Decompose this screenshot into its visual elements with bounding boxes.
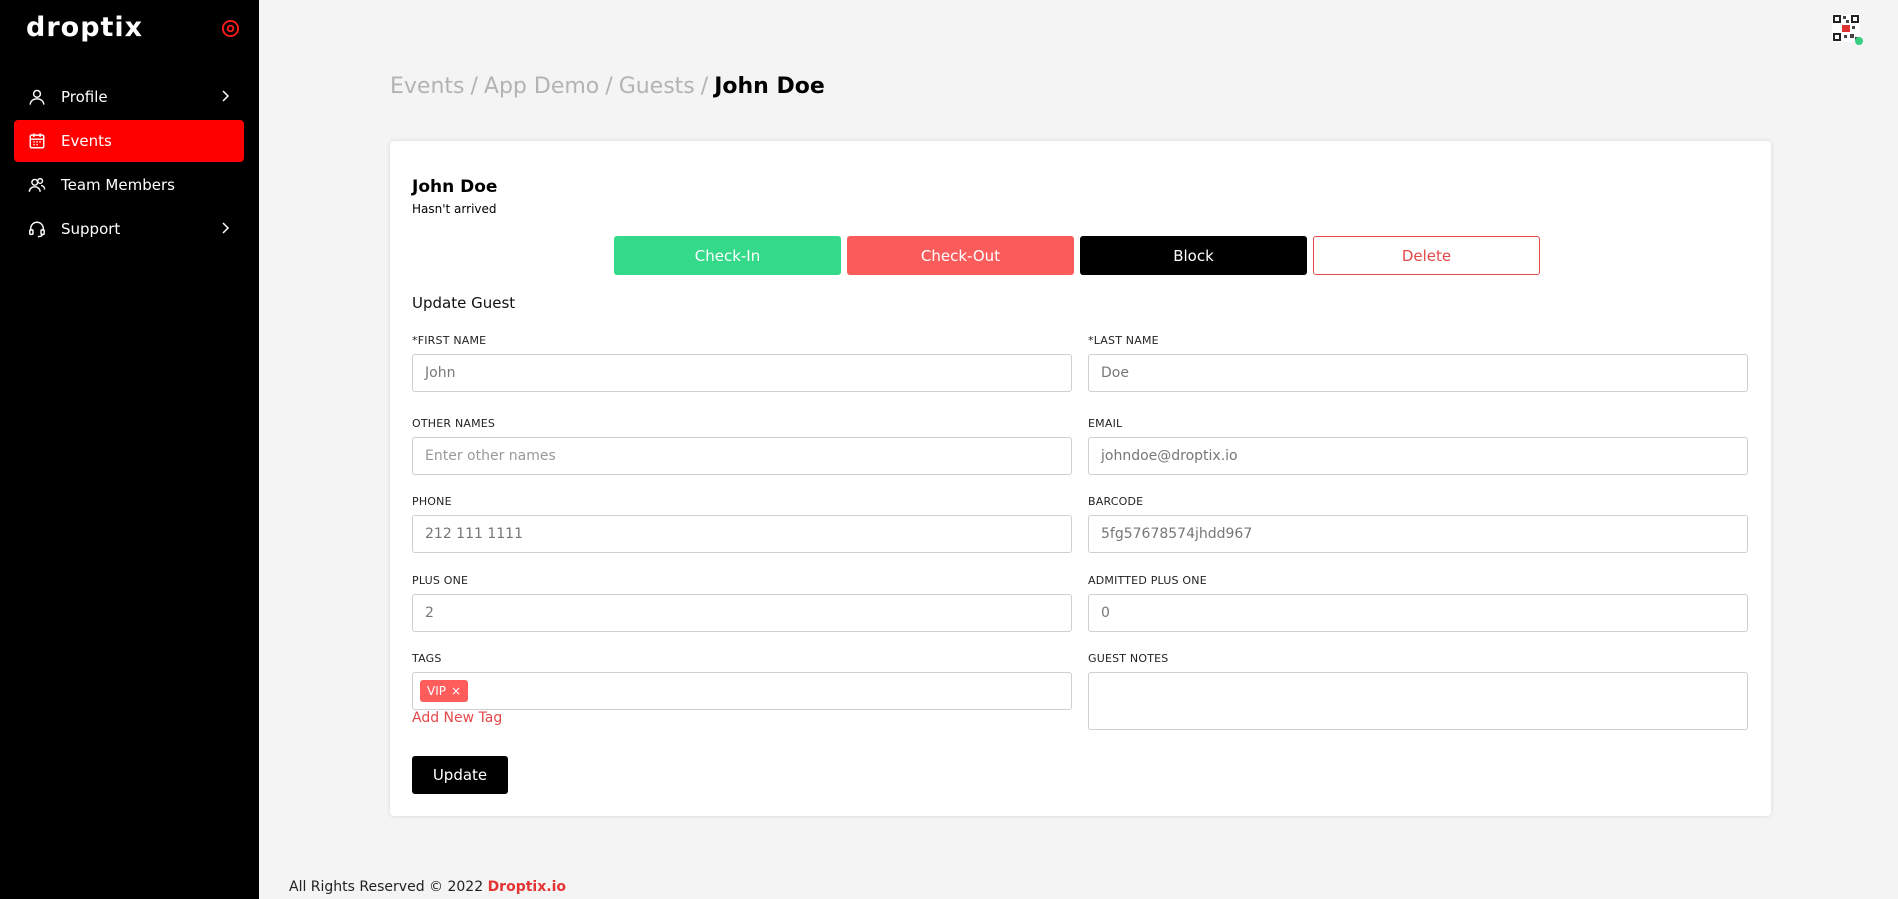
sidebar-item-label: Events xyxy=(61,132,112,150)
sidebar: droptix Profile Events Team Members Supp… xyxy=(0,0,259,899)
breadcrumb-item-guests[interactable]: Guests xyxy=(619,74,695,99)
tags-label: TAGS xyxy=(412,652,442,665)
first-name-group: *FIRST NAME John xyxy=(412,334,1072,392)
first-name-input[interactable]: John xyxy=(412,354,1072,392)
chevron-right-icon xyxy=(218,221,232,235)
admitted-plus-one-label: ADMITTED PLUS ONE xyxy=(1088,574,1207,587)
sidebar-item-label: Team Members xyxy=(61,176,175,194)
tag-label: VIP xyxy=(427,684,446,698)
admitted-plus-one-group: ADMITTED PLUS ONE 0 xyxy=(1088,574,1748,632)
footer-brand-link[interactable]: Droptix.io xyxy=(488,879,566,895)
sidebar-item-support[interactable]: Support xyxy=(14,208,244,250)
check-in-button[interactable]: Check-In xyxy=(614,236,841,275)
sidebar-item-profile[interactable]: Profile xyxy=(14,76,244,118)
block-button[interactable]: Block xyxy=(1080,236,1307,275)
breadcrumb: Events / App Demo / Guests / John Doe xyxy=(390,74,825,99)
online-status-dot xyxy=(1855,37,1863,45)
breadcrumb-separator: / xyxy=(700,74,709,99)
barcode-group: BARCODE 5fg57678574jhdd967 xyxy=(1088,495,1748,553)
other-names-label: OTHER NAMES xyxy=(412,417,496,430)
add-new-tag-link[interactable]: Add New Tag xyxy=(412,710,502,726)
headset-icon xyxy=(28,220,46,238)
breadcrumb-separator: / xyxy=(470,74,478,99)
other-names-group: OTHER NAMES Enter other names xyxy=(412,417,1072,475)
form-title: Update Guest xyxy=(412,294,516,312)
sidebar-item-label: Profile xyxy=(61,88,108,106)
breadcrumb-separator: / xyxy=(605,74,613,99)
update-button[interactable]: Update xyxy=(412,756,508,794)
tag-chip: VIP × xyxy=(420,680,469,702)
plus-one-group: PLUS ONE 2 xyxy=(412,574,1072,632)
sidebar-nav: Profile Events Team Members Support xyxy=(14,76,244,252)
guest-notes-group: GUEST NOTES xyxy=(1088,652,1748,730)
breadcrumb-item-app-demo[interactable]: App Demo xyxy=(484,74,599,99)
sidebar-toggle-icon[interactable] xyxy=(221,19,240,38)
guest-name: John Doe xyxy=(412,177,498,197)
guest-notes-label: GUEST NOTES xyxy=(1088,652,1169,665)
user-icon xyxy=(28,88,46,106)
tag-remove-icon[interactable]: × xyxy=(451,684,461,698)
team-icon xyxy=(28,176,46,194)
first-name-label: *FIRST NAME xyxy=(412,334,487,347)
footer: All Rights Reserved © 2022 Droptix.io xyxy=(289,879,566,895)
phone-input[interactable]: 212 111 1111 xyxy=(412,515,1072,553)
check-out-button[interactable]: Check-Out xyxy=(847,236,1074,275)
avatar[interactable] xyxy=(1832,14,1863,45)
logo-row: droptix xyxy=(26,10,242,46)
guest-status: Hasn't arrived xyxy=(412,202,497,216)
tags-group: TAGS VIP × xyxy=(412,652,1072,710)
barcode-label: BARCODE xyxy=(1088,495,1144,508)
plus-one-label: PLUS ONE xyxy=(412,574,469,587)
last-name-group: *LAST NAME Doe xyxy=(1088,334,1748,392)
breadcrumb-item-events[interactable]: Events xyxy=(390,74,465,99)
logo[interactable]: droptix xyxy=(26,10,143,46)
barcode-input[interactable]: 5fg57678574jhdd967 xyxy=(1088,515,1748,553)
breadcrumb-current: John Doe xyxy=(714,74,825,99)
email-group: EMAIL johndoe@droptix.io xyxy=(1088,417,1748,475)
guest-actions: Check-In Check-Out Block Delete xyxy=(614,236,1550,275)
delete-button[interactable]: Delete xyxy=(1313,236,1540,275)
admitted-plus-one-input[interactable]: 0 xyxy=(1088,594,1748,632)
footer-text: All Rights Reserved © 2022 xyxy=(289,879,484,895)
sidebar-item-team-members[interactable]: Team Members xyxy=(14,164,244,206)
sidebar-item-label: Support xyxy=(61,220,121,238)
phone-label: PHONE xyxy=(412,495,452,508)
calendar-icon xyxy=(28,132,46,150)
email-label: EMAIL xyxy=(1088,417,1123,430)
email-input[interactable]: johndoe@droptix.io xyxy=(1088,437,1748,475)
sidebar-item-events[interactable]: Events xyxy=(14,120,244,162)
other-names-input[interactable]: Enter other names xyxy=(412,437,1072,475)
chevron-right-icon xyxy=(218,89,232,103)
last-name-input[interactable]: Doe xyxy=(1088,354,1748,392)
guest-card: John Doe Hasn't arrived Check-In Check-O… xyxy=(390,141,1771,816)
phone-group: PHONE 212 111 1111 xyxy=(412,495,1072,553)
plus-one-input[interactable]: 2 xyxy=(412,594,1072,632)
guest-notes-textarea[interactable] xyxy=(1088,672,1748,730)
tags-input[interactable]: VIP × xyxy=(412,672,1072,710)
last-name-label: *LAST NAME xyxy=(1088,334,1159,347)
